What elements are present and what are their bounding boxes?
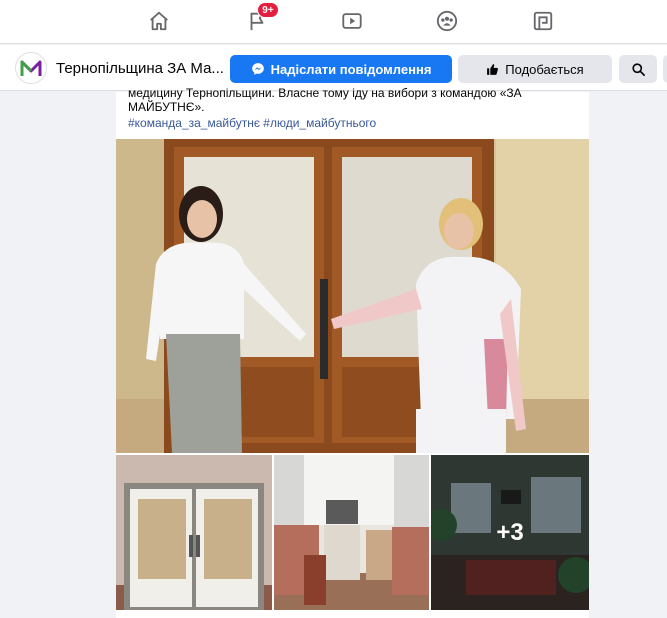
post-photo-thumb-1[interactable]: [116, 455, 272, 610]
post-card: медицину Тернопільщини. Власне тому іду …: [116, 86, 589, 618]
video-icon[interactable]: [340, 9, 364, 33]
post-hashtags[interactable]: #команда_за_майбутнє #люди_майбутнього: [128, 116, 376, 130]
send-message-button[interactable]: Надіслати повідомлення: [230, 55, 452, 83]
like-label: Подобається: [505, 61, 584, 77]
search-button[interactable]: [619, 55, 657, 83]
post-text: медицину Тернопільщини. Власне тому іду …: [128, 86, 522, 114]
more-photos-count[interactable]: +3: [431, 455, 589, 610]
thumbs-up-icon: [487, 63, 499, 75]
photo-glass-door: [116, 455, 272, 610]
groups-icon[interactable]: [435, 9, 459, 33]
send-message-label: Надіслати повідомлення: [270, 61, 432, 77]
messenger-icon: [251, 63, 264, 75]
gaming-icon[interactable]: [531, 9, 555, 33]
page-header: Тернопільщина ЗА Ма... Надіслати повідом…: [0, 45, 667, 91]
post-photo-thumb-2[interactable]: [274, 455, 429, 610]
search-icon: [631, 62, 645, 76]
brand-logo-icon: [20, 60, 42, 76]
photo-two-women-at-door: [116, 139, 589, 453]
post-main-photo[interactable]: [116, 139, 589, 453]
page-logo[interactable]: [15, 52, 47, 84]
home-icon[interactable]: [147, 9, 171, 33]
photo-hospital-room: [274, 455, 429, 610]
post-photo-thumb-3[interactable]: +3: [431, 455, 589, 610]
flag-icon[interactable]: 9+: [245, 2, 279, 33]
more-options-button[interactable]: [663, 55, 667, 83]
like-page-button[interactable]: Подобається: [458, 55, 612, 83]
page-title[interactable]: Тернопільщина ЗА Ма...: [56, 60, 224, 77]
notification-badge: 9+: [257, 2, 279, 18]
top-navigation: 9+: [0, 0, 667, 44]
